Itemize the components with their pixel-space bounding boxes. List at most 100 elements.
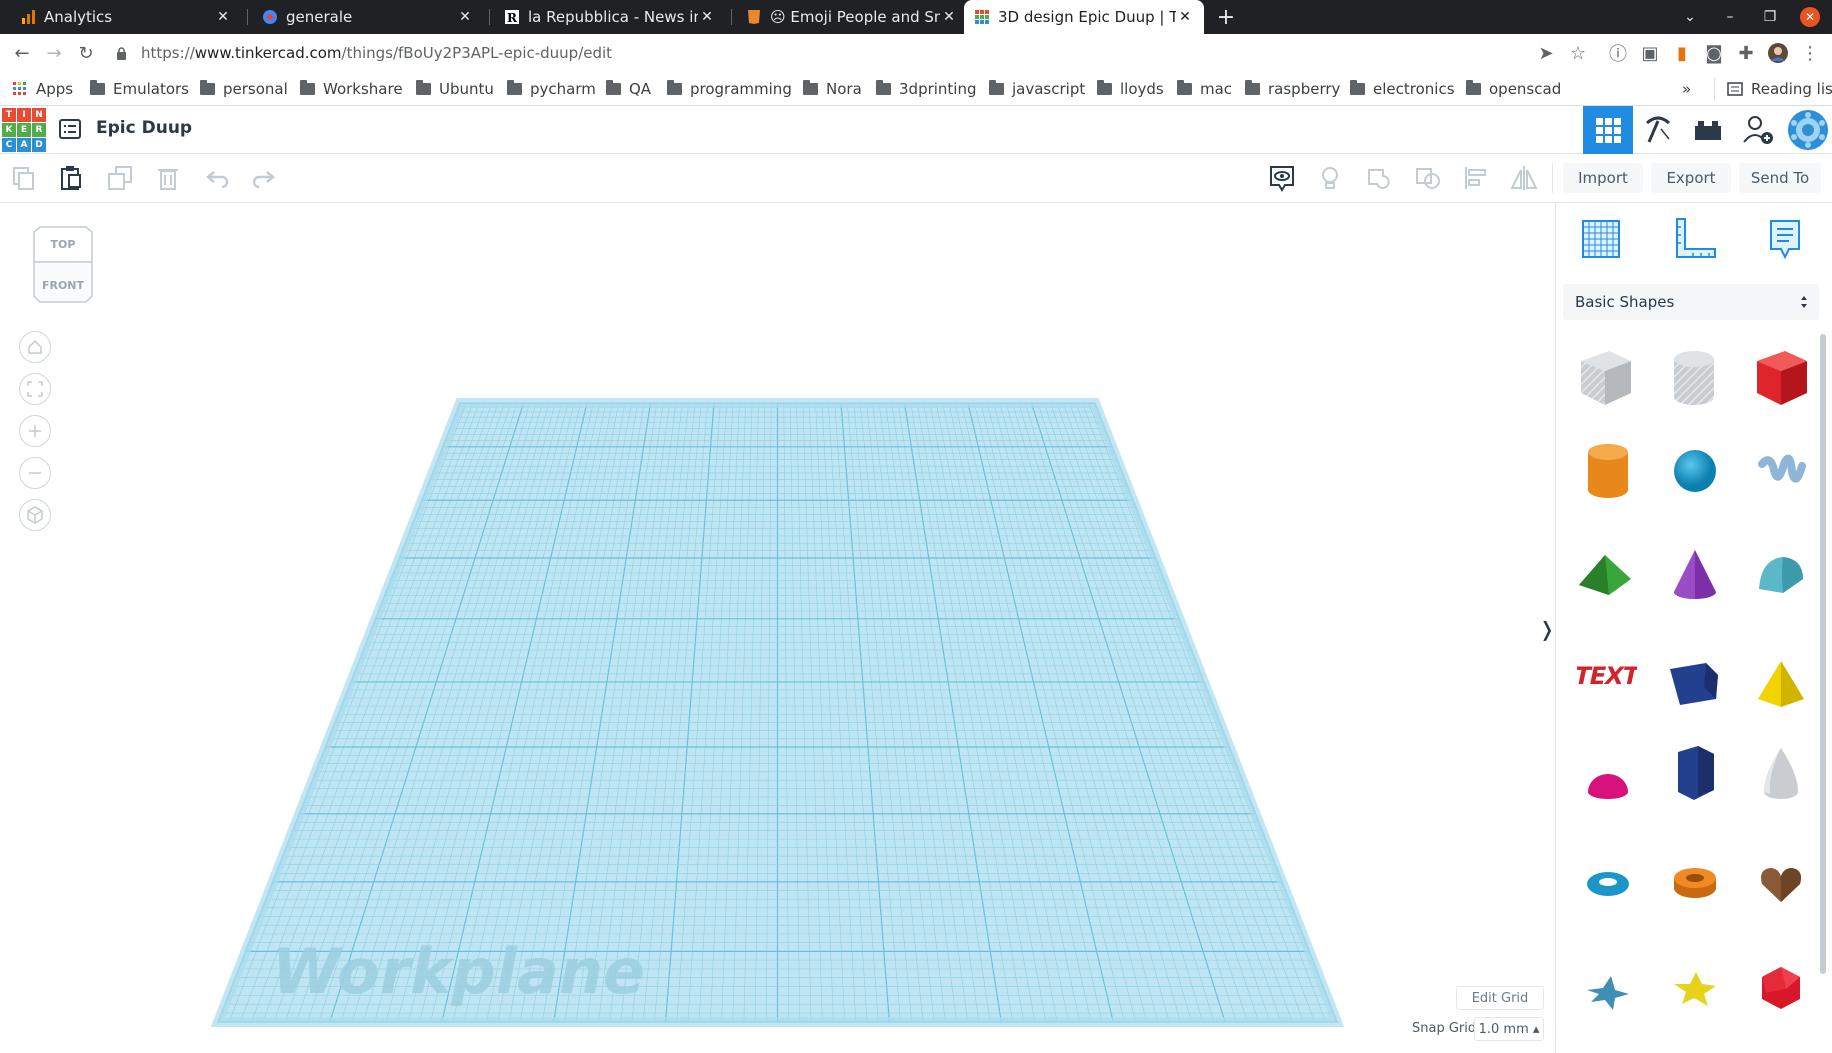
collapse-panel-button[interactable]: ❭ bbox=[1539, 614, 1556, 644]
shape-icosahedron[interactable] bbox=[1749, 956, 1813, 1020]
send-icon[interactable]: ➤ bbox=[1534, 41, 1558, 65]
workplane[interactable]: Workplane bbox=[0, 203, 1555, 1053]
view-cube[interactable]: TOP FRONT bbox=[30, 226, 96, 304]
bookmark-star-icon[interactable]: ☆ bbox=[1566, 41, 1590, 65]
light-bulb-icon[interactable] bbox=[1314, 162, 1346, 194]
shape-star-yellow[interactable] bbox=[1663, 956, 1727, 1020]
close-window-icon[interactable]: ✕ bbox=[1790, 0, 1830, 34]
bookmark-folder[interactable]: javascript bbox=[989, 78, 1085, 100]
send-to-button[interactable]: Send To bbox=[1739, 163, 1821, 193]
notes-eye-icon[interactable] bbox=[1266, 162, 1298, 194]
tab-emoji[interactable]: ☹ Emoji People and Smil ✕ bbox=[736, 0, 968, 34]
bookmark-folder[interactable]: Emulators bbox=[90, 78, 189, 100]
menu-kebab-icon[interactable]: ⋮ bbox=[1798, 41, 1822, 65]
import-button[interactable]: Import bbox=[1563, 163, 1643, 193]
ruler-tool-button[interactable] bbox=[1670, 214, 1720, 264]
extension-bottle-icon[interactable]: ▮ bbox=[1670, 41, 1694, 65]
shape-cylinder-hole[interactable] bbox=[1662, 346, 1726, 410]
bookmark-folder[interactable]: raspberry bbox=[1245, 78, 1340, 100]
url-field[interactable]: https://www.tinkercad.com/things/fBoUy2P… bbox=[141, 42, 612, 64]
shape-wedge[interactable] bbox=[1662, 652, 1726, 716]
shape-heart[interactable] bbox=[1749, 852, 1813, 916]
shape-box[interactable] bbox=[1749, 346, 1813, 410]
align-icon[interactable] bbox=[1460, 162, 1492, 194]
shape-cone[interactable] bbox=[1663, 542, 1727, 606]
tinkercad-logo[interactable]: T I N K E R C A D bbox=[2, 108, 46, 152]
shape-box-hole[interactable] bbox=[1573, 346, 1637, 410]
tab-search-icon[interactable]: ⌄ bbox=[1670, 0, 1710, 34]
shape-text[interactable]: TEXT bbox=[1575, 642, 1639, 706]
duplicate-icon[interactable] bbox=[104, 162, 136, 194]
new-tab-button[interactable]: + bbox=[1206, 0, 1246, 34]
shape-roof[interactable] bbox=[1573, 542, 1637, 606]
forward-icon[interactable]: → bbox=[42, 41, 66, 65]
tab-analytics[interactable]: Analytics ✕ bbox=[10, 0, 242, 34]
blocks-button[interactable] bbox=[1633, 106, 1683, 154]
notes-tool-button[interactable] bbox=[1760, 214, 1810, 264]
shape-torus[interactable] bbox=[1576, 852, 1640, 916]
zoom-in-button[interactable] bbox=[19, 415, 51, 447]
profile-avatar[interactable] bbox=[1766, 41, 1790, 65]
lock-icon[interactable] bbox=[114, 41, 128, 65]
bookmark-folder[interactable]: QA bbox=[606, 78, 651, 100]
bookmark-folder[interactable]: Ubuntu bbox=[416, 78, 494, 100]
shape-scribble[interactable] bbox=[1749, 439, 1813, 503]
back-icon[interactable]: ← bbox=[10, 41, 34, 65]
bookmark-folder[interactable]: lloyds bbox=[1097, 78, 1164, 100]
undo-icon[interactable] bbox=[201, 162, 233, 194]
bookmark-folder[interactable]: pycharm bbox=[507, 78, 596, 100]
workspace-canvas[interactable]: Workplane bbox=[0, 203, 1555, 1053]
tab-generale[interactable]: generale ✕ bbox=[252, 0, 484, 34]
view-cube-front[interactable]: FRONT bbox=[30, 279, 96, 292]
paste-icon[interactable] bbox=[55, 162, 87, 194]
zoom-out-button[interactable] bbox=[19, 457, 51, 489]
tab-repubblica[interactable]: R la Repubblica - News in te ✕ bbox=[494, 0, 726, 34]
user-avatar[interactable] bbox=[1783, 106, 1832, 154]
bookmark-folder[interactable]: mac bbox=[1177, 78, 1232, 100]
redo-icon[interactable] bbox=[248, 162, 280, 194]
shape-pyramid[interactable] bbox=[1749, 652, 1813, 716]
shape-category-select[interactable]: Basic Shapes bbox=[1563, 284, 1819, 320]
copy-icon[interactable] bbox=[8, 162, 40, 194]
shape-tube[interactable] bbox=[1663, 852, 1727, 916]
snap-grid-select[interactable]: 1.0 mm ▴ bbox=[1474, 1017, 1544, 1041]
invite-user-button[interactable] bbox=[1733, 106, 1783, 154]
bookmark-folder[interactable]: Nora bbox=[803, 78, 862, 100]
tab-tinkercad[interactable]: 3D design Epic Duup | Tin ✕ bbox=[964, 0, 1204, 34]
design-list-icon[interactable] bbox=[58, 117, 82, 141]
shape-star[interactable] bbox=[1576, 960, 1640, 1024]
bricks-button[interactable] bbox=[1683, 106, 1733, 154]
apps-shortcut[interactable]: Apps bbox=[12, 78, 73, 100]
close-tab-icon[interactable]: ✕ bbox=[456, 9, 474, 25]
bookmark-folder[interactable]: 3dprinting bbox=[876, 78, 977, 100]
close-tab-icon[interactable]: ✕ bbox=[214, 9, 232, 25]
shape-paraboloid[interactable] bbox=[1749, 742, 1813, 806]
shape-polygon[interactable] bbox=[1663, 742, 1727, 806]
ungroup-icon[interactable] bbox=[1412, 162, 1444, 194]
minimize-icon[interactable]: – bbox=[1710, 0, 1750, 34]
reading-list-button[interactable]: Reading list bbox=[1714, 78, 1832, 100]
puzzle-icon[interactable]: ✚ bbox=[1734, 41, 1758, 65]
close-tab-icon[interactable]: ✕ bbox=[940, 9, 958, 25]
export-button[interactable]: Export bbox=[1651, 163, 1731, 193]
restore-icon[interactable]: ❐ bbox=[1750, 0, 1790, 34]
bookmark-folder[interactable]: electronics bbox=[1350, 78, 1455, 100]
shape-half-sphere[interactable] bbox=[1576, 752, 1640, 816]
group-icon[interactable] bbox=[1363, 162, 1395, 194]
close-tab-icon[interactable]: ✕ bbox=[698, 9, 716, 25]
extension-circle-icon[interactable]: ⓘ bbox=[1606, 41, 1630, 65]
3d-design-view-button[interactable] bbox=[1583, 106, 1633, 154]
more-bookmarks-button[interactable]: » bbox=[1682, 78, 1691, 100]
perspective-button[interactable] bbox=[19, 499, 51, 531]
workplane-tool-button[interactable] bbox=[1576, 214, 1626, 264]
camera-icon[interactable]: ◙ bbox=[1702, 41, 1726, 65]
shape-cylinder[interactable] bbox=[1576, 439, 1640, 503]
fit-view-button[interactable] bbox=[19, 373, 51, 405]
extension-box-icon[interactable]: ▣ bbox=[1638, 41, 1662, 65]
view-cube-top[interactable]: TOP bbox=[30, 238, 96, 251]
mirror-icon[interactable] bbox=[1508, 162, 1540, 194]
bookmark-folder[interactable]: programming bbox=[667, 78, 792, 100]
bookmark-folder[interactable]: openscad bbox=[1466, 78, 1561, 100]
bookmark-folder[interactable]: Workshare bbox=[300, 78, 403, 100]
delete-icon[interactable] bbox=[152, 162, 184, 194]
